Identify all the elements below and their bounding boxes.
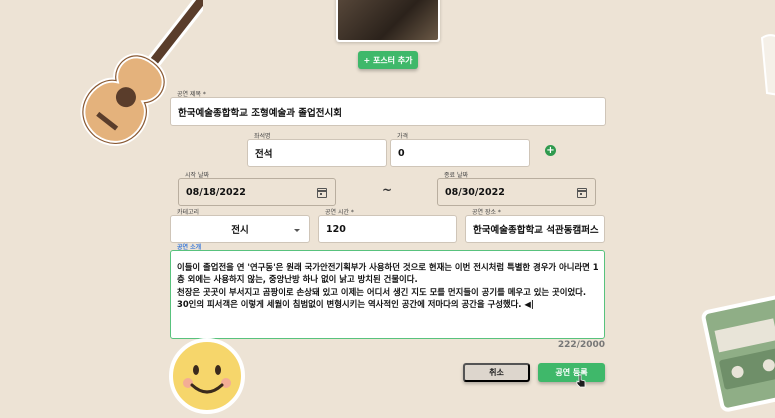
- guitar-sticker: [80, 0, 203, 146]
- place-field[interactable]: 공연 장소 * 한국예술종합학교 석관동캠퍼스 미술원: [465, 209, 605, 243]
- description-line: 천장은 곳곳이 부서지고 곰팡이로 손상돼 있고 이제는 어디서 생긴 지도 모…: [177, 286, 587, 297]
- category-value: 전시: [231, 225, 249, 236]
- cassette-sticker: [701, 295, 775, 412]
- runtime-input[interactable]: 120: [326, 216, 452, 242]
- runtime-label: 공연 시간 *: [325, 209, 354, 216]
- character-counter: 222/2000: [557, 340, 605, 350]
- add-poster-button[interactable]: + 포스터 추가: [358, 51, 418, 69]
- place-input[interactable]: 한국예술종합학교 석관동캠퍼스 미술원: [473, 216, 600, 242]
- calendar-icon[interactable]: [577, 188, 587, 198]
- date-separator: ~: [382, 183, 393, 197]
- end-date-field[interactable]: 종료 날짜 08/30/2022: [437, 172, 596, 206]
- sticker-fragment: [760, 34, 775, 96]
- seat-field[interactable]: 좌석명 전석: [247, 133, 387, 167]
- start-date-input[interactable]: 08/18/2022: [186, 179, 331, 205]
- chevron-down-icon: [294, 229, 300, 232]
- description-label: 공연 소개: [177, 244, 202, 251]
- description-text[interactable]: 이들이 졸업전을 연 '연구동'은 원래 국가안전기획부가 사용하던 것으로 현…: [177, 261, 598, 310]
- category-select[interactable]: 카테고리 전시: [170, 209, 310, 243]
- title-label: 공연 제목 *: [177, 91, 206, 98]
- price-field[interactable]: 가격 0: [390, 133, 530, 167]
- description-line: 층 외에는 사용하지 않는, 중앙난방 하나 없이 낡고 방치된 건물이다.: [177, 274, 418, 285]
- seat-input[interactable]: 전석: [255, 140, 382, 166]
- cancel-button[interactable]: 취소: [463, 363, 530, 382]
- price-label: 가격: [397, 133, 409, 140]
- runtime-field[interactable]: 공연 시간 * 120: [318, 209, 457, 243]
- seat-label: 좌석명: [254, 133, 271, 140]
- submit-button[interactable]: 공연 등록: [538, 363, 605, 382]
- poster-image: [336, 0, 440, 42]
- add-seat-icon[interactable]: +: [545, 145, 556, 156]
- title-input[interactable]: 한국예술종합학교 조형예술과 졸업전시회: [178, 98, 601, 125]
- description-line: 이들이 졸업전을 연 '연구동'은 원래 국가안전기획부가 사용하던 것으로 현…: [177, 262, 598, 272]
- end-date-input[interactable]: 08/30/2022: [445, 179, 591, 205]
- hand-cursor-icon: [576, 374, 586, 388]
- category-label: 카테고리: [177, 209, 200, 216]
- price-input[interactable]: 0: [398, 140, 525, 166]
- start-date-label: 시작 날짜: [185, 172, 209, 179]
- smiley-sticker: [169, 338, 245, 414]
- description-line: 30인의 피서객은 이렇게 세월이 침범없이 변형시키는 역사적인 공간에 저마…: [177, 298, 534, 309]
- start-date-field[interactable]: 시작 날짜 08/18/2022: [178, 172, 336, 206]
- end-date-label: 종료 날짜: [444, 172, 468, 179]
- calendar-icon[interactable]: [317, 188, 327, 198]
- title-field[interactable]: 공연 제목 * 한국예술종합학교 조형예술과 졸업전시회: [170, 91, 606, 126]
- place-label: 공연 장소 *: [472, 209, 501, 216]
- description-textarea[interactable]: 공연 소개 이들이 졸업전을 연 '연구동'은 원래 국가안전기획부가 사용하던…: [170, 244, 605, 339]
